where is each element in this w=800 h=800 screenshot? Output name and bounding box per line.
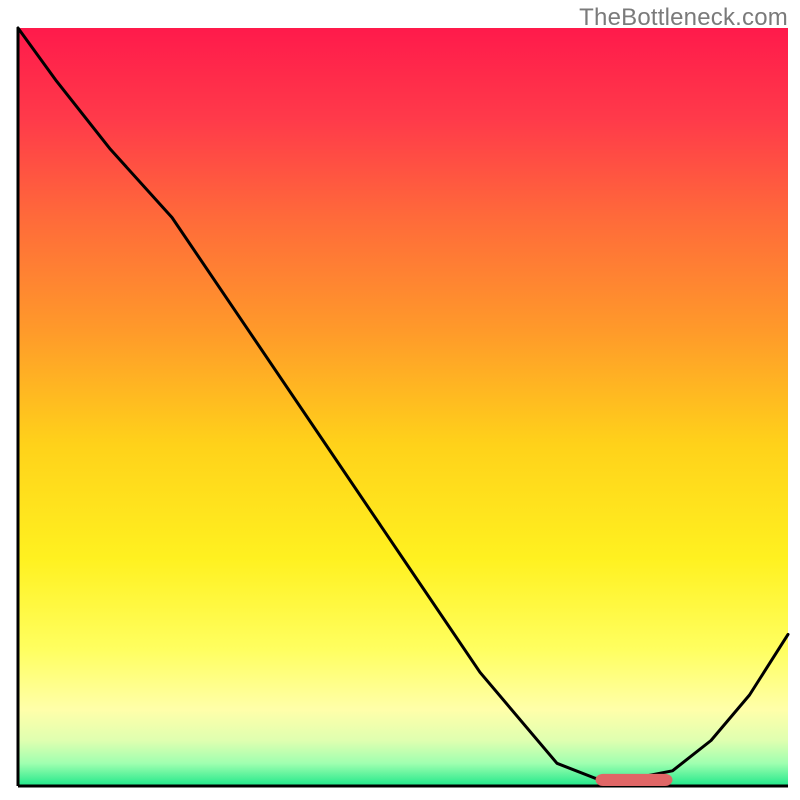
- optimal-range-marker: [596, 774, 673, 786]
- watermark-text: TheBottleneck.com: [579, 4, 788, 32]
- plot-background: [18, 28, 788, 786]
- chart-stage: TheBottleneck.com: [0, 0, 800, 800]
- bottleneck-chart: [0, 0, 800, 800]
